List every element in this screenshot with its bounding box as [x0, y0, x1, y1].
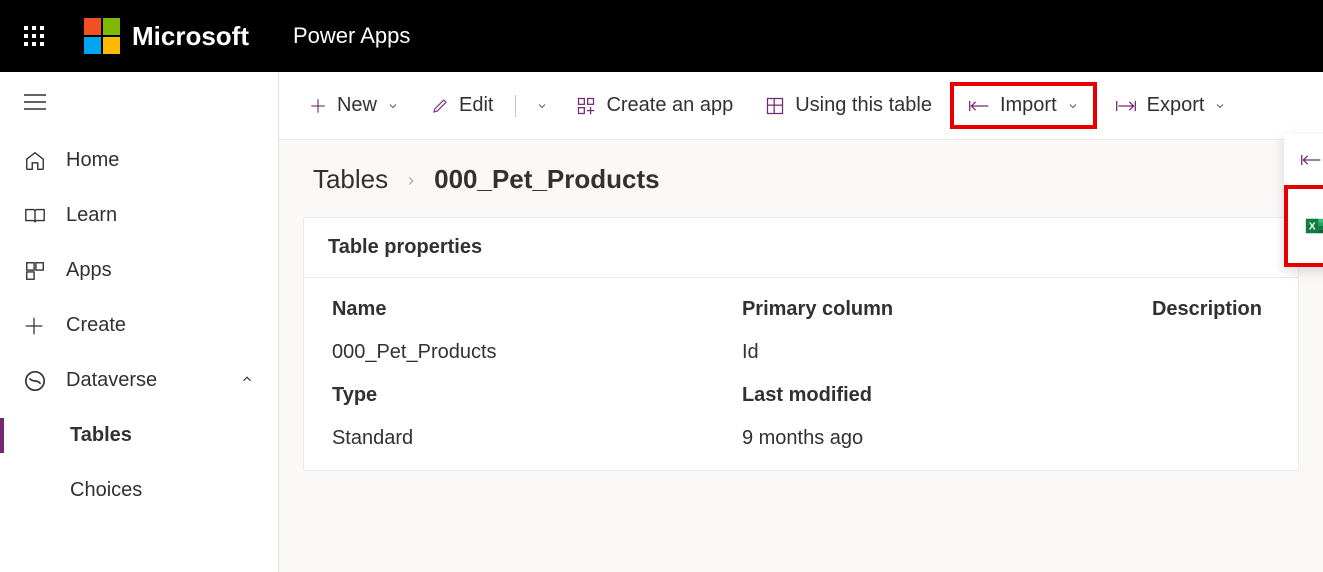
using-table-button[interactable]: Using this table	[751, 86, 946, 125]
button-label: Import	[1000, 94, 1057, 117]
new-button[interactable]: New	[295, 86, 413, 125]
label-type: Type	[332, 384, 742, 407]
export-arrow-icon	[1115, 98, 1137, 114]
sidebar-item-label: Choices	[70, 479, 142, 501]
svg-text:X: X	[1309, 222, 1316, 233]
chevron-down-icon	[1214, 100, 1226, 112]
sidebar-item-label: Learn	[66, 204, 117, 227]
import-arrow-icon	[1300, 152, 1322, 168]
sidebar: Home Learn Apps Create Dataverse	[0, 72, 279, 572]
breadcrumb-parent[interactable]: Tables	[313, 164, 388, 195]
chevron-down-icon	[536, 100, 548, 112]
command-bar: New Edit Create an app Using this table	[279, 72, 1323, 140]
sidebar-item-label: Dataverse	[66, 369, 157, 392]
hamburger-icon	[24, 94, 46, 110]
sidebar-subitem-tables[interactable]: Tables	[0, 408, 278, 463]
card-title: Table properties	[304, 218, 1298, 278]
pencil-icon	[431, 97, 449, 115]
export-button[interactable]: Export	[1101, 86, 1241, 125]
excel-icon: X	[1304, 215, 1323, 237]
app-grid-plus-icon	[576, 96, 596, 116]
sidebar-item-label: Home	[66, 149, 119, 172]
value-type: Standard	[332, 427, 742, 450]
import-data-item[interactable]: Import data	[1284, 134, 1323, 185]
microsoft-logo-icon	[84, 18, 120, 54]
label-primary: Primary column	[742, 298, 1152, 321]
home-icon	[24, 150, 52, 172]
grid-icon	[24, 260, 52, 282]
edit-split-button[interactable]	[511, 87, 558, 125]
sidebar-subitem-choices[interactable]: Choices	[0, 463, 278, 518]
value-modified: 9 months ago	[742, 427, 1152, 450]
brand-text: Microsoft	[132, 21, 249, 52]
label-name: Name	[332, 298, 742, 321]
sidebar-item-label: Apps	[66, 259, 112, 282]
label-modified: Last modified	[742, 384, 1152, 407]
breadcrumb: Tables 000_Pet_Products	[279, 140, 1323, 217]
table-icon	[765, 96, 785, 116]
dataverse-icon	[24, 370, 52, 392]
label-description: Description	[1152, 298, 1270, 321]
sidebar-item-apps[interactable]: Apps	[0, 243, 278, 298]
table-properties-card: Table properties Name Primary column Des…	[303, 217, 1299, 471]
breadcrumb-current: 000_Pet_Products	[434, 164, 659, 195]
main-area: New Edit Create an app Using this table	[279, 72, 1323, 572]
value-primary: Id	[742, 341, 1152, 364]
edit-button[interactable]: Edit	[417, 86, 507, 125]
sidebar-item-dataverse[interactable]: Dataverse	[0, 353, 278, 408]
button-label: New	[337, 94, 377, 117]
import-from-excel-item[interactable]: X Import data from Excel	[1284, 185, 1323, 267]
chevron-down-icon	[1067, 100, 1079, 112]
import-dropdown: Import data X Import data from Excel	[1284, 134, 1323, 267]
plus-icon	[24, 316, 52, 336]
sidebar-item-learn[interactable]: Learn	[0, 188, 278, 243]
waffle-icon[interactable]	[24, 26, 44, 46]
sidebar-item-create[interactable]: Create	[0, 298, 278, 353]
microsoft-logo: Microsoft	[84, 18, 249, 54]
create-app-button[interactable]: Create an app	[562, 86, 747, 125]
import-arrow-icon	[968, 98, 990, 114]
button-label: Export	[1147, 94, 1205, 117]
book-icon	[24, 206, 52, 226]
hamburger-button[interactable]	[0, 82, 278, 133]
button-label: Edit	[459, 94, 493, 117]
sidebar-item-home[interactable]: Home	[0, 133, 278, 188]
app-name: Power Apps	[293, 23, 410, 49]
button-label: Create an app	[606, 94, 733, 117]
button-label: Using this table	[795, 94, 932, 117]
value-name: 000_Pet_Products	[332, 341, 742, 364]
plus-icon	[309, 97, 327, 115]
global-header: Microsoft Power Apps	[0, 0, 1323, 72]
sidebar-item-label: Create	[66, 314, 126, 337]
chevron-down-icon	[387, 100, 399, 112]
import-button[interactable]: Import	[950, 82, 1097, 129]
breadcrumb-separator-icon	[404, 164, 418, 195]
sidebar-item-label: Tables	[70, 424, 132, 446]
chevron-up-icon	[240, 369, 254, 392]
